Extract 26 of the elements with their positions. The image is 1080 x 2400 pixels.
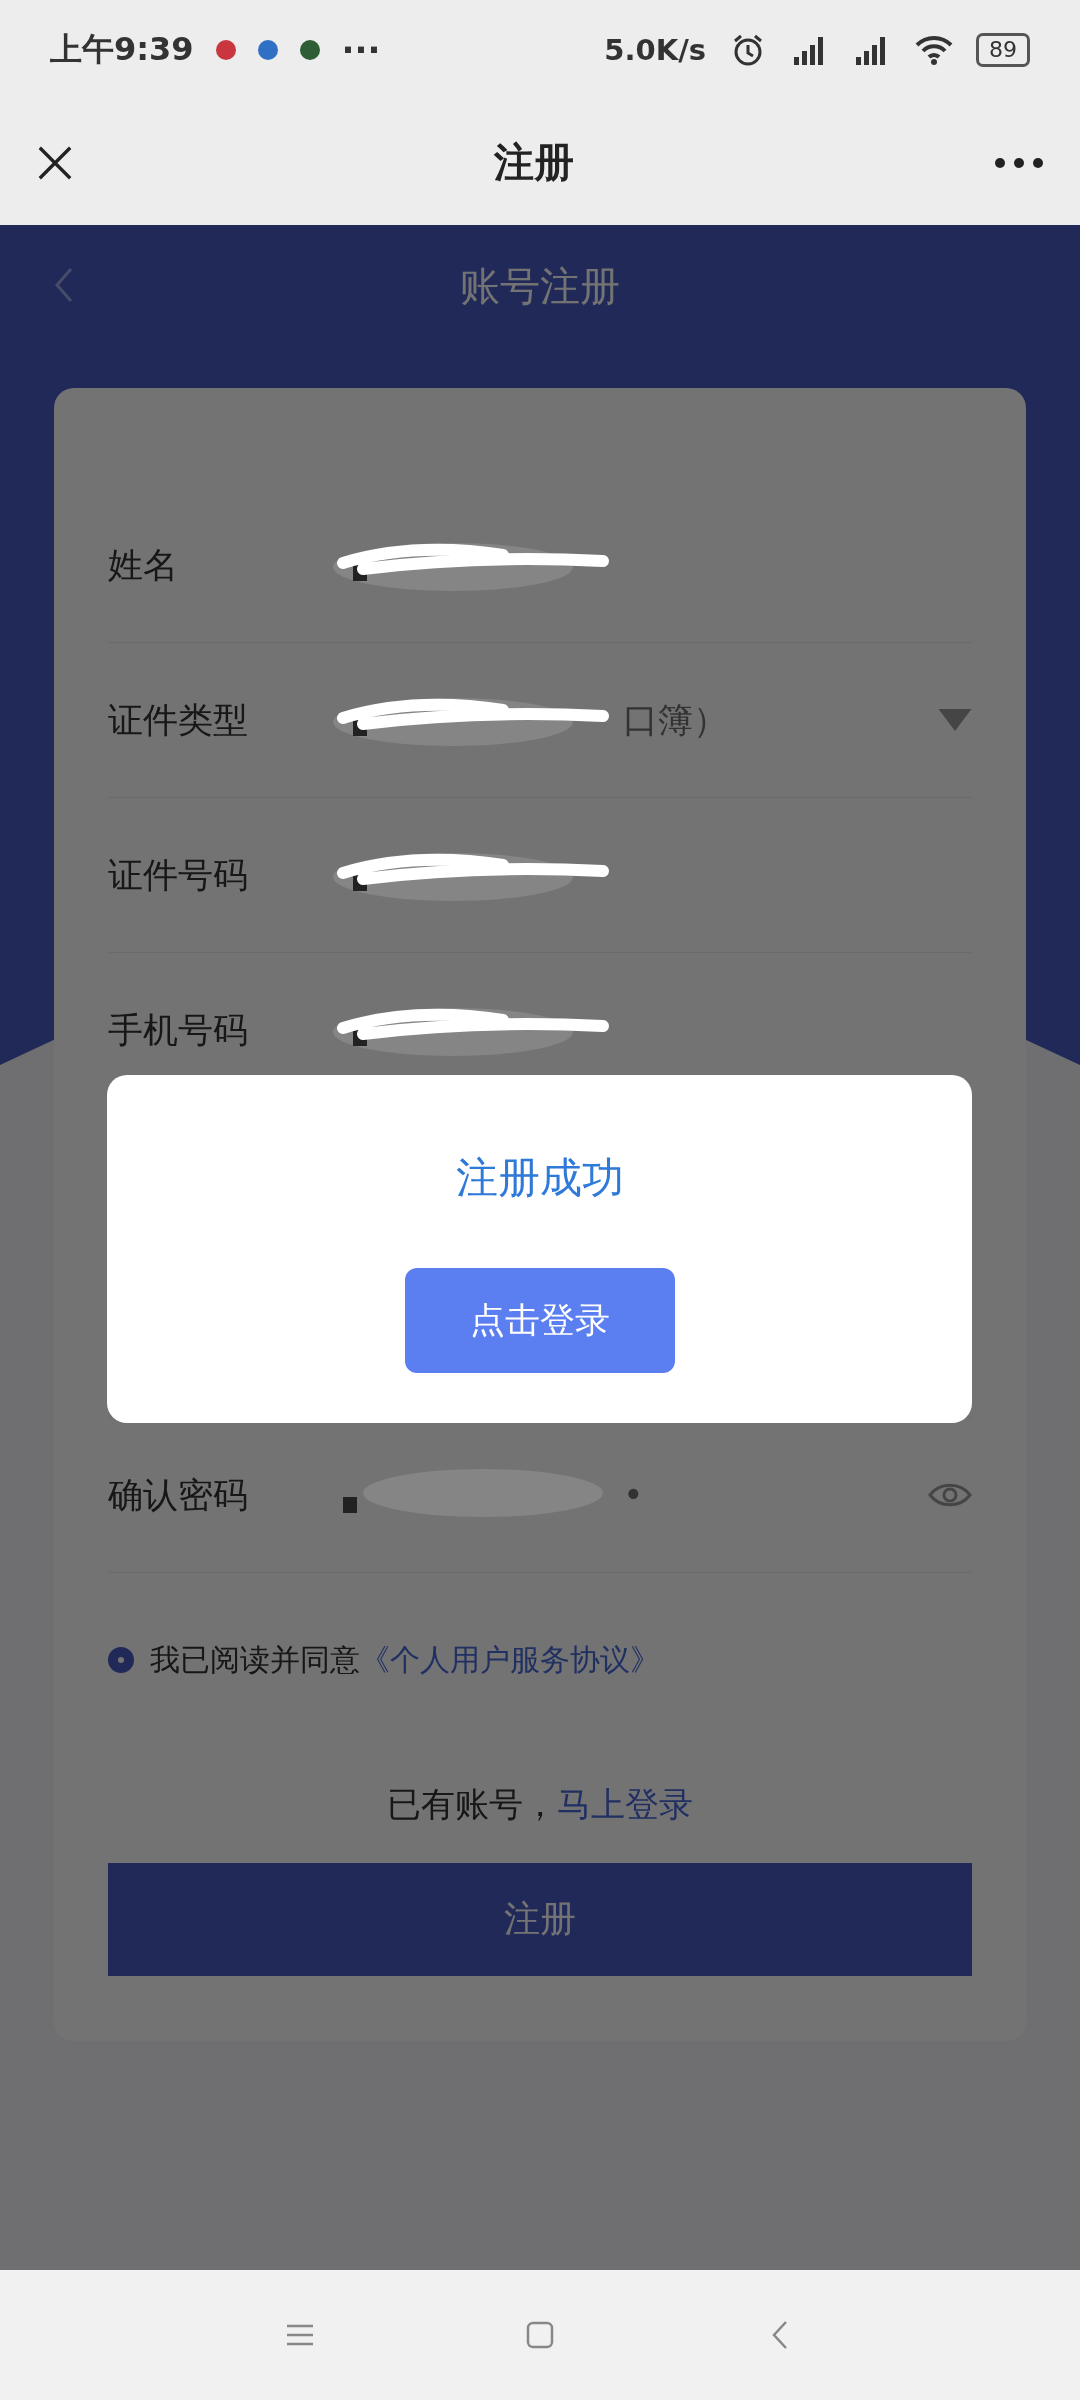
home-icon[interactable] <box>525 2320 555 2350</box>
dialog-title: 注册成功 <box>455 1152 624 1204</box>
register-button[interactable]: 注册 <box>108 1863 972 1976</box>
field-label: 证件号码 <box>108 853 249 897</box>
back-icon[interactable] <box>54 267 74 303</box>
more-notifications: ··· <box>341 30 381 70</box>
field-label: 证件类型 <box>108 698 249 742</box>
network-speed: 5.0K/s <box>604 33 706 67</box>
field-label: 姓名 <box>108 543 179 587</box>
dropdown-arrow-icon[interactable] <box>938 709 972 731</box>
form-title: 账号注册 <box>460 262 620 311</box>
battery-indicator: 89 <box>976 33 1030 67</box>
login-prompt: 已有账号，马上登录 <box>387 1783 693 1826</box>
page-title: 注册 <box>493 138 575 187</box>
field-value[interactable]: • <box>623 1475 644 1515</box>
field-value[interactable]: 口簿） <box>623 696 728 744</box>
login-link[interactable]: 马上登录 <box>557 1784 693 1824</box>
agreement-link[interactable]: 《个人用户服务协议》 <box>360 1641 660 1677</box>
more-icon[interactable] <box>994 156 1044 169</box>
agreement-text: 我已阅读并同意《个人用户服务协议》 <box>150 1640 660 1679</box>
status-time: 上午9:39 <box>50 29 194 70</box>
field-label: 手机号码 <box>108 1008 249 1052</box>
wifi-icon <box>914 33 954 67</box>
agreement-radio[interactable] <box>108 1647 134 1673</box>
field-label: 确认密码 <box>108 1473 249 1517</box>
login-button[interactable]: 点击登录 <box>404 1268 675 1373</box>
